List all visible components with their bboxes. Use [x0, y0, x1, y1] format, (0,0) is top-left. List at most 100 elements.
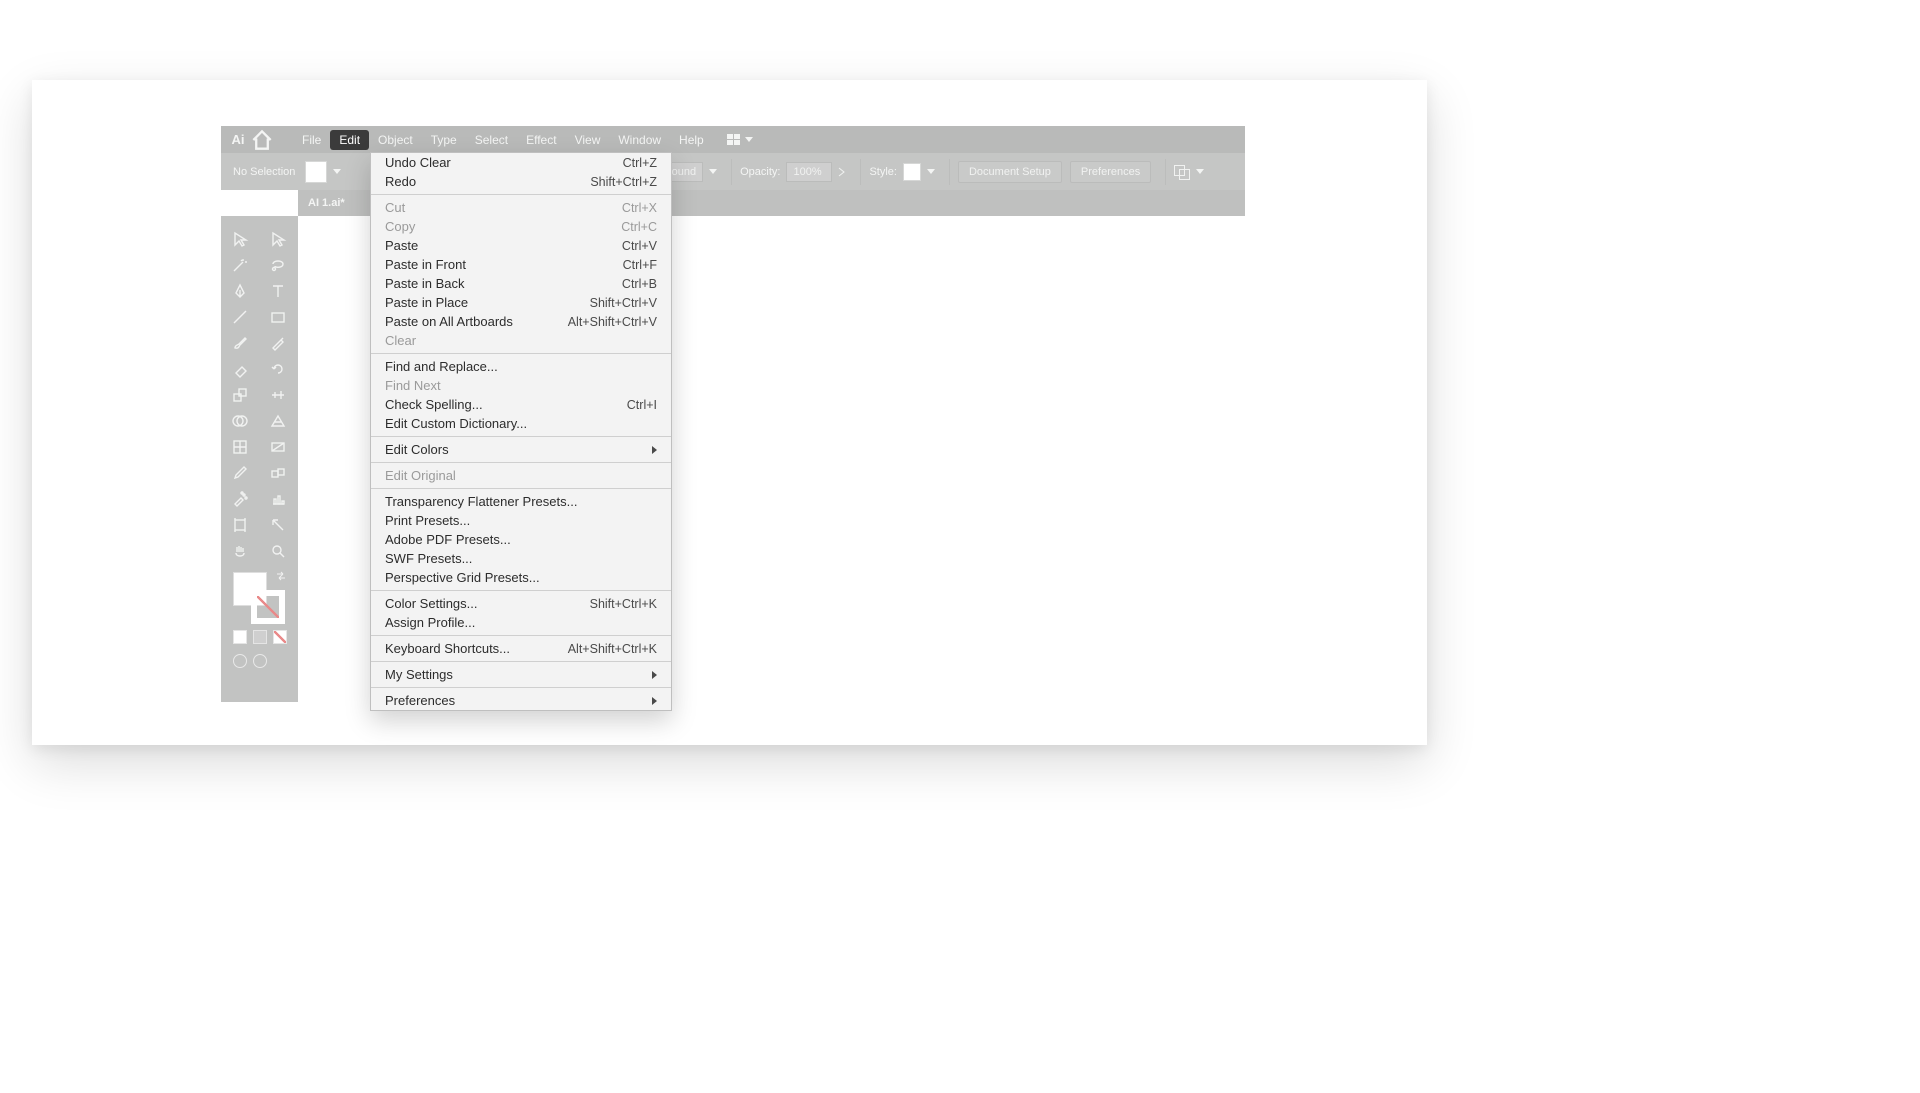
scale-tool[interactable] — [221, 382, 259, 408]
menuitem-label: Edit Colors — [385, 442, 652, 457]
eyedropper-tool[interactable] — [221, 460, 259, 486]
menuitem-find-and-replace[interactable]: Find and Replace... — [371, 357, 671, 376]
screen-mode-icon[interactable] — [253, 654, 267, 668]
color-mode-none-icon[interactable] — [273, 630, 287, 644]
menu-type[interactable]: Type — [422, 130, 466, 150]
menu-view[interactable]: View — [566, 130, 610, 150]
menu-effect[interactable]: Effect — [517, 130, 565, 150]
rectangle-tool[interactable] — [259, 304, 297, 330]
menu-edit[interactable]: Edit — [330, 130, 369, 150]
magic-wand-tool[interactable] — [221, 252, 259, 278]
color-mode-gradient-icon[interactable] — [253, 630, 267, 644]
chevron-right-icon[interactable] — [838, 167, 846, 177]
menuitem-color-settings[interactable]: Color Settings...Shift+Ctrl+K — [371, 594, 671, 613]
menuitem-label: Cut — [385, 200, 622, 215]
menuitem-keyboard-shortcuts[interactable]: Keyboard Shortcuts...Alt+Shift+Ctrl+K — [371, 639, 671, 658]
menuitem-assign-profile[interactable]: Assign Profile... — [371, 613, 671, 632]
menu-object[interactable]: Object — [369, 130, 422, 150]
zoom-tool[interactable] — [259, 538, 297, 564]
menuitem-redo[interactable]: RedoShift+Ctrl+Z — [371, 172, 671, 191]
chevron-down-icon[interactable] — [333, 169, 341, 174]
mesh-tool-icon — [231, 438, 249, 456]
menuitem-label: Undo Clear — [385, 155, 623, 170]
menuitem-label: Clear — [385, 333, 657, 348]
pen-tool[interactable] — [221, 278, 259, 304]
menuitem-swf-presets[interactable]: SWF Presets... — [371, 549, 671, 568]
chevron-right-icon — [652, 697, 657, 705]
graph-tool[interactable] — [259, 486, 297, 512]
menuitem-adobe-pdf-presets[interactable]: Adobe PDF Presets... — [371, 530, 671, 549]
type-tool[interactable] — [259, 278, 297, 304]
preferences-button[interactable]: Preferences — [1070, 161, 1151, 183]
artboard-tool[interactable] — [221, 512, 259, 538]
perspective-tool[interactable] — [259, 408, 297, 434]
chevron-down-icon[interactable] — [709, 169, 717, 174]
menuitem-check-spelling[interactable]: Check Spelling...Ctrl+I — [371, 395, 671, 414]
menuitem-label: Paste — [385, 238, 622, 253]
zoom-tool-icon — [269, 542, 287, 560]
menu-select[interactable]: Select — [466, 130, 517, 150]
menu-separator — [371, 194, 671, 195]
document-setup-button[interactable]: Document Setup — [958, 161, 1062, 183]
menuitem-shortcut: Ctrl+Z — [623, 156, 657, 170]
fill-swatch[interactable] — [305, 161, 327, 183]
gradient-tool[interactable] — [259, 434, 297, 460]
menuitem-edit-custom-dictionary[interactable]: Edit Custom Dictionary... — [371, 414, 671, 433]
menuitem-paste-in-back[interactable]: Paste in BackCtrl+B — [371, 274, 671, 293]
swap-fill-stroke-icon[interactable] — [275, 570, 287, 582]
paintbrush-tool[interactable] — [221, 330, 259, 356]
toolbox — [221, 216, 298, 702]
screen-mode-row — [221, 654, 298, 672]
selection-tool-icon — [231, 230, 249, 248]
line-tool[interactable] — [221, 304, 259, 330]
direct-selection-tool[interactable] — [259, 226, 297, 252]
menuitem-paste-in-place[interactable]: Paste in PlaceShift+Ctrl+V — [371, 293, 671, 312]
document-tab[interactable]: AI 1.ai* — [308, 197, 345, 209]
chevron-down-icon[interactable] — [927, 169, 935, 174]
menuitem-edit-colors[interactable]: Edit Colors — [371, 440, 671, 459]
workspace-switcher[interactable] — [727, 134, 753, 146]
width-tool[interactable] — [259, 382, 297, 408]
shape-builder-tool[interactable] — [221, 408, 259, 434]
menuitem-perspective-grid-presets[interactable]: Perspective Grid Presets... — [371, 568, 671, 587]
symbol-sprayer-tool[interactable] — [221, 486, 259, 512]
lasso-tool-icon — [269, 256, 287, 274]
pencil-tool[interactable] — [259, 330, 297, 356]
pen-tool-icon — [231, 282, 249, 300]
menuitem-paste-on-all-artboards[interactable]: Paste on All ArtboardsAlt+Shift+Ctrl+V — [371, 312, 671, 331]
menuitem-label: Edit Custom Dictionary... — [385, 416, 657, 431]
menuitem-label: Paste on All Artboards — [385, 314, 568, 329]
opacity-field[interactable]: 100% — [786, 162, 832, 182]
menu-file[interactable]: File — [293, 130, 330, 150]
hand-tool[interactable] — [221, 538, 259, 564]
menuitem-transparency-flattener-presets[interactable]: Transparency Flattener Presets... — [371, 492, 671, 511]
menu-help[interactable]: Help — [670, 130, 713, 150]
menuitem-print-presets[interactable]: Print Presets... — [371, 511, 671, 530]
rotate-tool[interactable] — [259, 356, 297, 382]
menuitem-paste[interactable]: PasteCtrl+V — [371, 236, 671, 255]
screen-mode-icon[interactable] — [233, 654, 247, 668]
blend-tool[interactable] — [259, 460, 297, 486]
color-mode-solid-icon[interactable] — [233, 630, 247, 644]
menuitem-label: Paste in Back — [385, 276, 622, 291]
arrange-group[interactable] — [1165, 159, 1212, 185]
slice-tool[interactable] — [259, 512, 297, 538]
menuitem-cut: CutCtrl+X — [371, 198, 671, 217]
style-swatch[interactable] — [903, 163, 921, 181]
menuitem-preferences[interactable]: Preferences — [371, 691, 671, 710]
menuitem-undo-clear[interactable]: Undo ClearCtrl+Z — [371, 153, 671, 172]
selection-tool[interactable] — [221, 226, 259, 252]
menu-separator — [371, 687, 671, 688]
home-icon[interactable] — [249, 131, 275, 149]
lasso-tool[interactable] — [259, 252, 297, 278]
menuitem-my-settings[interactable]: My Settings — [371, 665, 671, 684]
fill-stroke-swatches[interactable] — [231, 570, 289, 624]
mesh-tool[interactable] — [221, 434, 259, 460]
menuitem-label: Assign Profile... — [385, 615, 657, 630]
menuitem-paste-in-front[interactable]: Paste in FrontCtrl+F — [371, 255, 671, 274]
menuitem-shortcut: Ctrl+X — [622, 201, 657, 215]
menu-window[interactable]: Window — [609, 130, 670, 150]
eraser-tool[interactable] — [221, 356, 259, 382]
menu-separator — [371, 590, 671, 591]
menu-separator — [371, 462, 671, 463]
